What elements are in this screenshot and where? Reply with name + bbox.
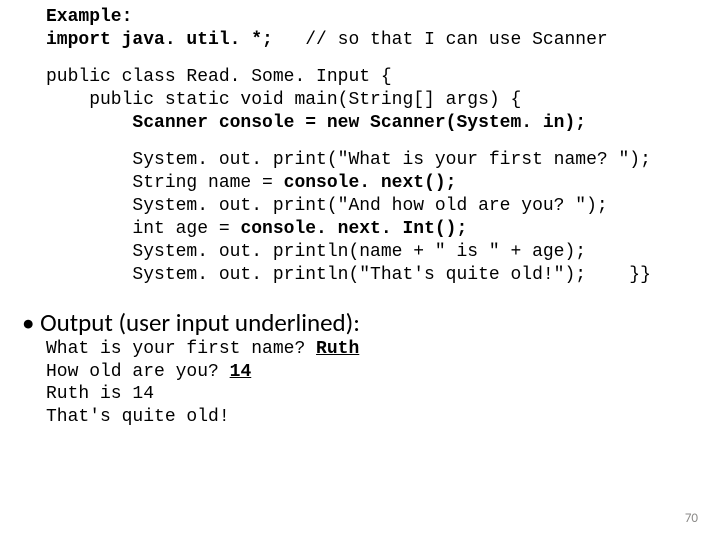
import-comment: // so that I can use Scanner (273, 30, 608, 50)
out-line-1-text: What is your first name? (46, 339, 316, 359)
page-number: 70 (685, 511, 698, 526)
body-line-3: System. out. print("And how old are you?… (46, 196, 608, 216)
out-line-2-input: 14 (230, 362, 252, 382)
out-line-3: Ruth is 14 (46, 384, 154, 404)
import-code: import java. util. *; (46, 30, 273, 50)
body-line-2a: String name = (46, 173, 284, 193)
body-line-2b: console. next(); (284, 173, 457, 193)
body-line-4a: int age = (46, 219, 240, 239)
output-block: What is your first name? Ruth How old ar… (46, 338, 690, 428)
example-label: Example: (46, 7, 132, 27)
code-block-header: Example: import java. util. *; // so tha… (46, 6, 690, 52)
code-block-body: System. out. print("What is your first n… (46, 149, 690, 287)
main-decl: public static void main(String[] args) { (46, 90, 521, 110)
output-heading: Output (user input underlined): (22, 307, 690, 338)
out-line-2-text: How old are you? (46, 362, 230, 382)
body-line-1: System. out. print("What is your first n… (46, 150, 651, 170)
body-line-6: System. out. println("That's quite old!"… (46, 265, 651, 285)
code-block-class: public class Read. Some. Input { public … (46, 66, 690, 135)
body-line-5: System. out. println(name + " is " + age… (46, 242, 586, 262)
body-line-4b: console. next. Int(); (240, 219, 467, 239)
class-decl: public class Read. Some. Input { (46, 67, 392, 87)
out-line-1-input: Ruth (316, 339, 359, 359)
out-line-4: That's quite old! (46, 407, 230, 427)
slide-content: Example: import java. util. *; // so tha… (0, 0, 720, 540)
scanner-decl: Scanner console = new Scanner(System. in… (46, 113, 586, 133)
